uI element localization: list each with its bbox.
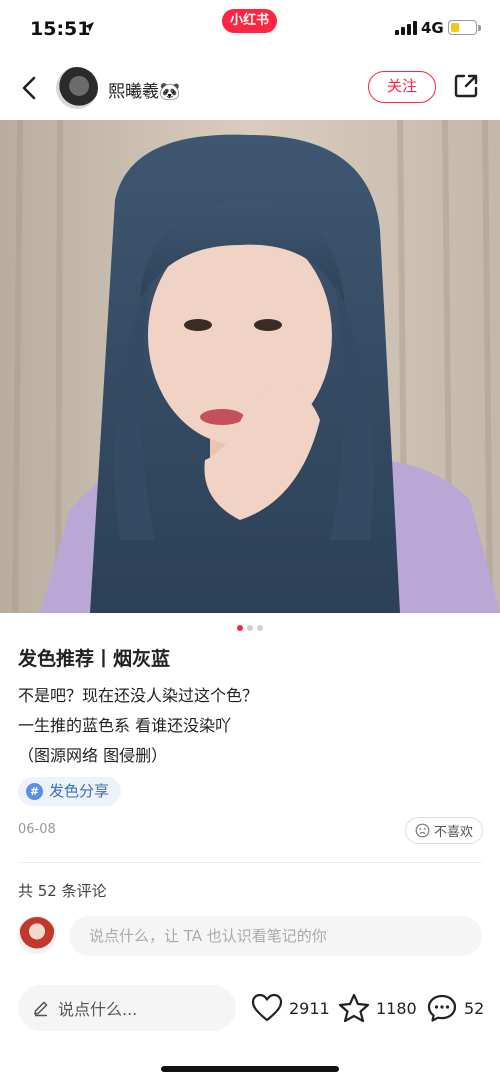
heart-icon — [251, 993, 283, 1022]
topic-tag[interactable]: # 发色分享 — [18, 777, 122, 806]
topic-tag-label: 发色分享 — [49, 782, 110, 800]
share-icon[interactable] — [452, 72, 480, 100]
pencil-icon — [34, 1001, 48, 1017]
hashtag-icon: # — [26, 783, 43, 800]
like-button[interactable]: 2911 — [251, 988, 330, 1028]
app-badge[interactable]: 小红书 — [222, 9, 277, 33]
follow-button[interactable]: 关注 — [368, 71, 436, 103]
collect-count: 1180 — [376, 998, 417, 1018]
comment-count-small: 52 — [464, 998, 485, 1018]
note-title: 发色推荐丨烟灰蓝 — [18, 648, 171, 670]
battery-level — [450, 22, 459, 32]
divider — [18, 862, 482, 863]
say-something-input[interactable]: 说点什么... — [18, 985, 236, 1031]
star-icon — [338, 993, 370, 1023]
note-body-line-2: 一生推的蓝色系 看谁还没染吖 — [18, 716, 232, 735]
status-time: 15:51 — [30, 18, 91, 40]
status-bar: 15:51 小红书 4G — [0, 0, 500, 58]
note-body-line-3: （图源网络 图侵删） — [18, 746, 168, 765]
dislike-button[interactable]: 不喜欢 — [405, 817, 483, 844]
note-date: 06-08 — [18, 822, 56, 837]
comment-bubble-icon — [427, 994, 457, 1022]
current-user-avatar — [18, 916, 56, 954]
like-count: 2911 — [289, 998, 330, 1018]
gallery-pagination — [0, 625, 500, 633]
pagination-dot-2 — [247, 625, 253, 631]
pagination-dot-3 — [257, 625, 263, 631]
bottom-action-bar: 说点什么... 2911 1180 52 — [0, 980, 500, 1040]
note-body-line-1: 不是吧？现在还没人染过这个色？ — [18, 686, 259, 705]
network-label: 4G — [421, 19, 444, 37]
comment-count: 共 52 条评论 — [18, 882, 107, 900]
say-something-placeholder: 说点什么... — [58, 1000, 138, 1019]
chevron-left-icon[interactable] — [14, 72, 44, 104]
location-arrow-icon — [84, 22, 94, 32]
pagination-dot-1 — [237, 625, 243, 631]
note-photo[interactable] — [0, 120, 500, 613]
frown-face-icon — [415, 823, 430, 838]
portrait-illustration — [0, 120, 500, 613]
author-avatar[interactable] — [56, 67, 98, 109]
home-indicator[interactable] — [161, 1066, 339, 1072]
signal-icon — [395, 21, 417, 35]
comment-input[interactable]: 说点什么，让 TA 也认识看笔记的你 — [69, 916, 482, 956]
battery-icon — [448, 20, 477, 35]
author-name[interactable]: 熙曦羲🐼 — [108, 77, 180, 102]
dislike-label: 不喜欢 — [433, 825, 473, 840]
battery-cap — [478, 25, 481, 31]
note-header: 熙曦羲🐼 关注 — [0, 58, 500, 120]
collect-button[interactable]: 1180 — [338, 988, 417, 1028]
comment-button[interactable]: 52 — [426, 988, 484, 1028]
